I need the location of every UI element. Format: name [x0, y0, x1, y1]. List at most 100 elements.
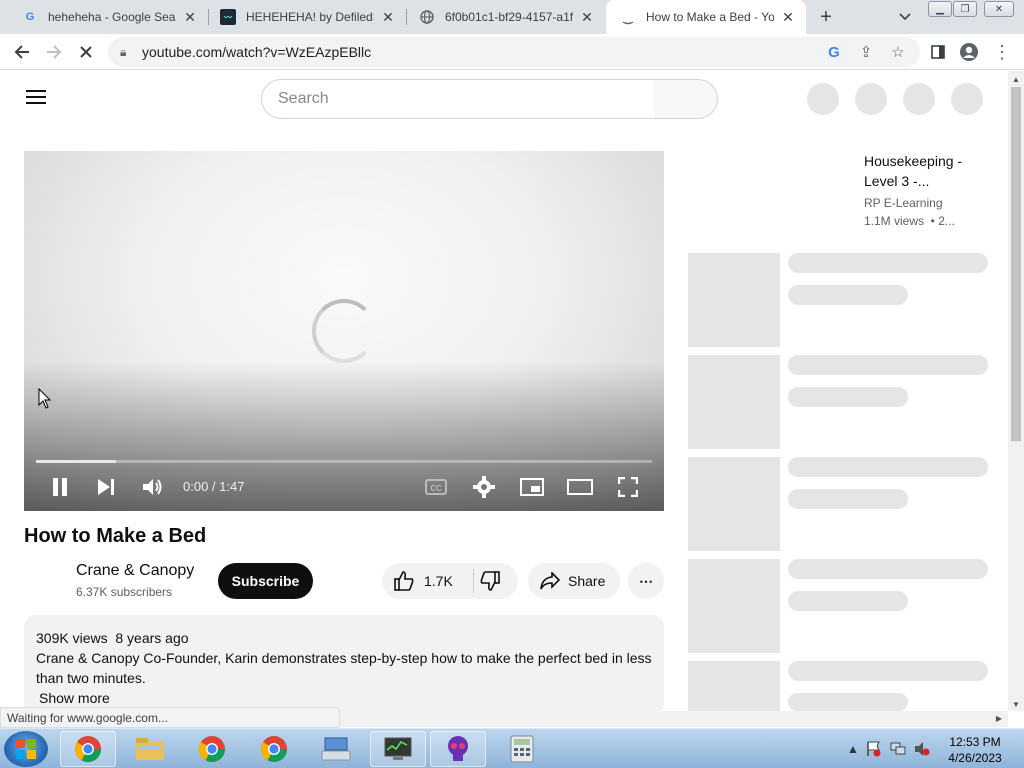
masthead-placeholder-icon[interactable] — [903, 83, 935, 115]
google-lens-icon[interactable]: G — [824, 42, 844, 62]
search-placeholder: Search — [278, 90, 329, 107]
close-icon[interactable]: ✕ — [380, 9, 396, 25]
system-clock[interactable]: 12:53 PM 4/26/2023 — [940, 734, 1010, 766]
taskbar-skull-app-icon[interactable] — [430, 731, 486, 767]
kebab-menu-icon[interactable]: ⋮ — [990, 40, 1014, 64]
share-label: Share — [568, 573, 606, 589]
masthead-placeholder-icon[interactable] — [807, 83, 839, 115]
theater-mode-icon[interactable] — [566, 473, 594, 501]
subscriber-count: 6.37K subscribers — [76, 585, 173, 599]
soundcloud-icon: 〰 — [220, 9, 236, 25]
volume-icon[interactable] — [139, 473, 167, 501]
taskbar-keyboard-icon[interactable] — [308, 731, 364, 767]
close-icon[interactable]: ✕ — [780, 9, 796, 25]
globe-icon — [419, 9, 435, 25]
placeholder-line — [788, 591, 908, 611]
like-button[interactable]: 1.7K — [394, 563, 453, 599]
tab-title: heheheha - Google Search — [48, 10, 176, 24]
scroll-right-icon[interactable]: ▶ — [996, 714, 1002, 723]
placeholder-thumbnail — [688, 457, 780, 551]
tab-soundcloud[interactable]: 〰 HEHEHEHA! by DefiledSa ✕ — [206, 0, 406, 34]
browser-toolbar: 🔒︎ youtube.com/watch?v=WzEAzpEBllc G ⇪ ☆… — [0, 34, 1024, 70]
more-actions-icon[interactable]: ⋯ — [628, 563, 664, 599]
restore-button[interactable]: ❐ — [953, 1, 977, 17]
stop-loading-icon[interactable] — [74, 40, 98, 64]
tab-title: How to Make a Bed - You — [646, 10, 774, 24]
next-video-icon[interactable] — [92, 473, 120, 501]
miniplayer-icon[interactable] — [518, 473, 546, 501]
channel-name[interactable]: Crane & Canopy — [76, 562, 194, 580]
profile-avatar-icon[interactable] — [957, 40, 981, 64]
search-button[interactable] — [654, 79, 718, 119]
show-hidden-icons-icon[interactable]: ▲ — [845, 741, 861, 757]
captions-icon[interactable]: CC — [422, 473, 450, 501]
recommendation-title[interactable]: Housekeeping - Level 3 -... — [864, 151, 984, 191]
subscribe-button[interactable]: Subscribe — [218, 563, 313, 599]
screen: { "browser": { "tabs": [ {"title": "hehe… — [0, 0, 1024, 768]
tab-google-search[interactable]: G heheheha - Google Search ✕ — [8, 0, 208, 34]
masthead-placeholder-icon[interactable] — [951, 83, 983, 115]
forward-arrow-icon[interactable] — [42, 40, 66, 64]
address-bar[interactable]: 🔒︎ youtube.com/watch?v=WzEAzpEBllc — [108, 37, 920, 67]
taskbar-calculator-icon[interactable] — [494, 731, 550, 767]
share-button[interactable]: Share — [528, 563, 620, 599]
recommendation-channel[interactable]: RP E-Learning — [864, 196, 943, 210]
taskbar-chrome-icon[interactable] — [246, 731, 302, 767]
close-icon[interactable]: ✕ — [182, 9, 198, 25]
hamburger-menu-icon[interactable] — [24, 86, 48, 110]
tab-strip: G heheheha - Google Search ✕ 〰 HEHEHEHA!… — [0, 0, 1024, 34]
chevron-down-icon[interactable] — [894, 6, 916, 28]
masthead-placeholder-icon[interactable] — [855, 83, 887, 115]
placeholder-line — [788, 355, 988, 375]
tab-uuid-page[interactable]: 6f0b01c1-bf29-4157-a1f7 ✕ — [405, 0, 605, 34]
taskbar-monitor-app-icon[interactable] — [370, 731, 426, 767]
thumbs-down-icon — [480, 571, 500, 591]
placeholder-line — [788, 253, 988, 273]
close-icon[interactable]: ✕ — [579, 9, 595, 25]
tab-youtube-active[interactable]: ‿ How to Make a Bed - You ✕ — [606, 0, 806, 34]
dislike-button[interactable] — [480, 563, 500, 599]
start-button[interactable] — [4, 731, 48, 767]
loading-spinner-icon — [312, 299, 376, 363]
pause-icon[interactable] — [46, 473, 74, 501]
mouse-cursor-icon — [38, 387, 52, 415]
scrollbar-thumb[interactable] — [1011, 87, 1021, 441]
placeholder-thumbnail — [688, 559, 780, 653]
google-icon: G — [25, 11, 35, 23]
taskbar-chrome-icon[interactable] — [184, 731, 240, 767]
minimize-button[interactable]: ▁ — [928, 1, 952, 17]
progress-bar[interactable] — [36, 460, 652, 463]
settings-gear-icon[interactable] — [470, 473, 498, 501]
new-tab-icon[interactable]: + — [814, 5, 838, 29]
description-box[interactable]: 309K views 8 years ago Crane & Canopy Co… — [24, 615, 664, 715]
back-arrow-icon[interactable] — [10, 40, 34, 64]
clock-date: 4/26/2023 — [948, 751, 1002, 765]
taskbar-chrome-icon[interactable] — [60, 731, 116, 767]
close-window-button[interactable]: ✕ — [984, 1, 1014, 17]
network-icon[interactable] — [890, 741, 906, 757]
show-more-button[interactable]: Show more — [39, 688, 652, 708]
horizontal-scrollbar[interactable]: ▶ — [340, 711, 1008, 727]
svg-text:CC: CC — [430, 484, 442, 493]
placeholder-line — [788, 387, 908, 407]
vertical-scrollbar[interactable]: ▲ ▼ — [1008, 71, 1024, 711]
placeholder-line — [788, 457, 988, 477]
search-input[interactable]: Search — [261, 79, 655, 119]
action-center-flag-icon[interactable] — [866, 741, 882, 757]
windows-taskbar: ▲ 12:53 PM 4/26/2023 — [0, 728, 1024, 768]
volume-muted-icon[interactable] — [914, 741, 930, 757]
fullscreen-icon[interactable] — [614, 473, 642, 501]
placeholder-thumbnail — [688, 661, 780, 711]
side-panel-icon[interactable] — [926, 40, 950, 64]
video-player[interactable]: 0:00 / 1:47 CC — [24, 151, 664, 511]
placeholder-line — [788, 489, 908, 509]
share-page-icon[interactable]: ⇪ — [856, 42, 876, 62]
taskbar-explorer-icon[interactable] — [122, 731, 178, 767]
description-text: Crane & Canopy Co-Founder, Karin demonst… — [36, 650, 652, 686]
url-text: youtube.com/watch?v=WzEAzpEBllc — [142, 44, 372, 60]
bookmark-star-icon[interactable]: ☆ — [888, 42, 908, 62]
scroll-down-icon[interactable]: ▼ — [1012, 700, 1020, 709]
placeholder-line — [788, 285, 908, 305]
placeholder-thumbnail — [688, 355, 780, 449]
scroll-up-icon[interactable]: ▲ — [1012, 75, 1020, 84]
